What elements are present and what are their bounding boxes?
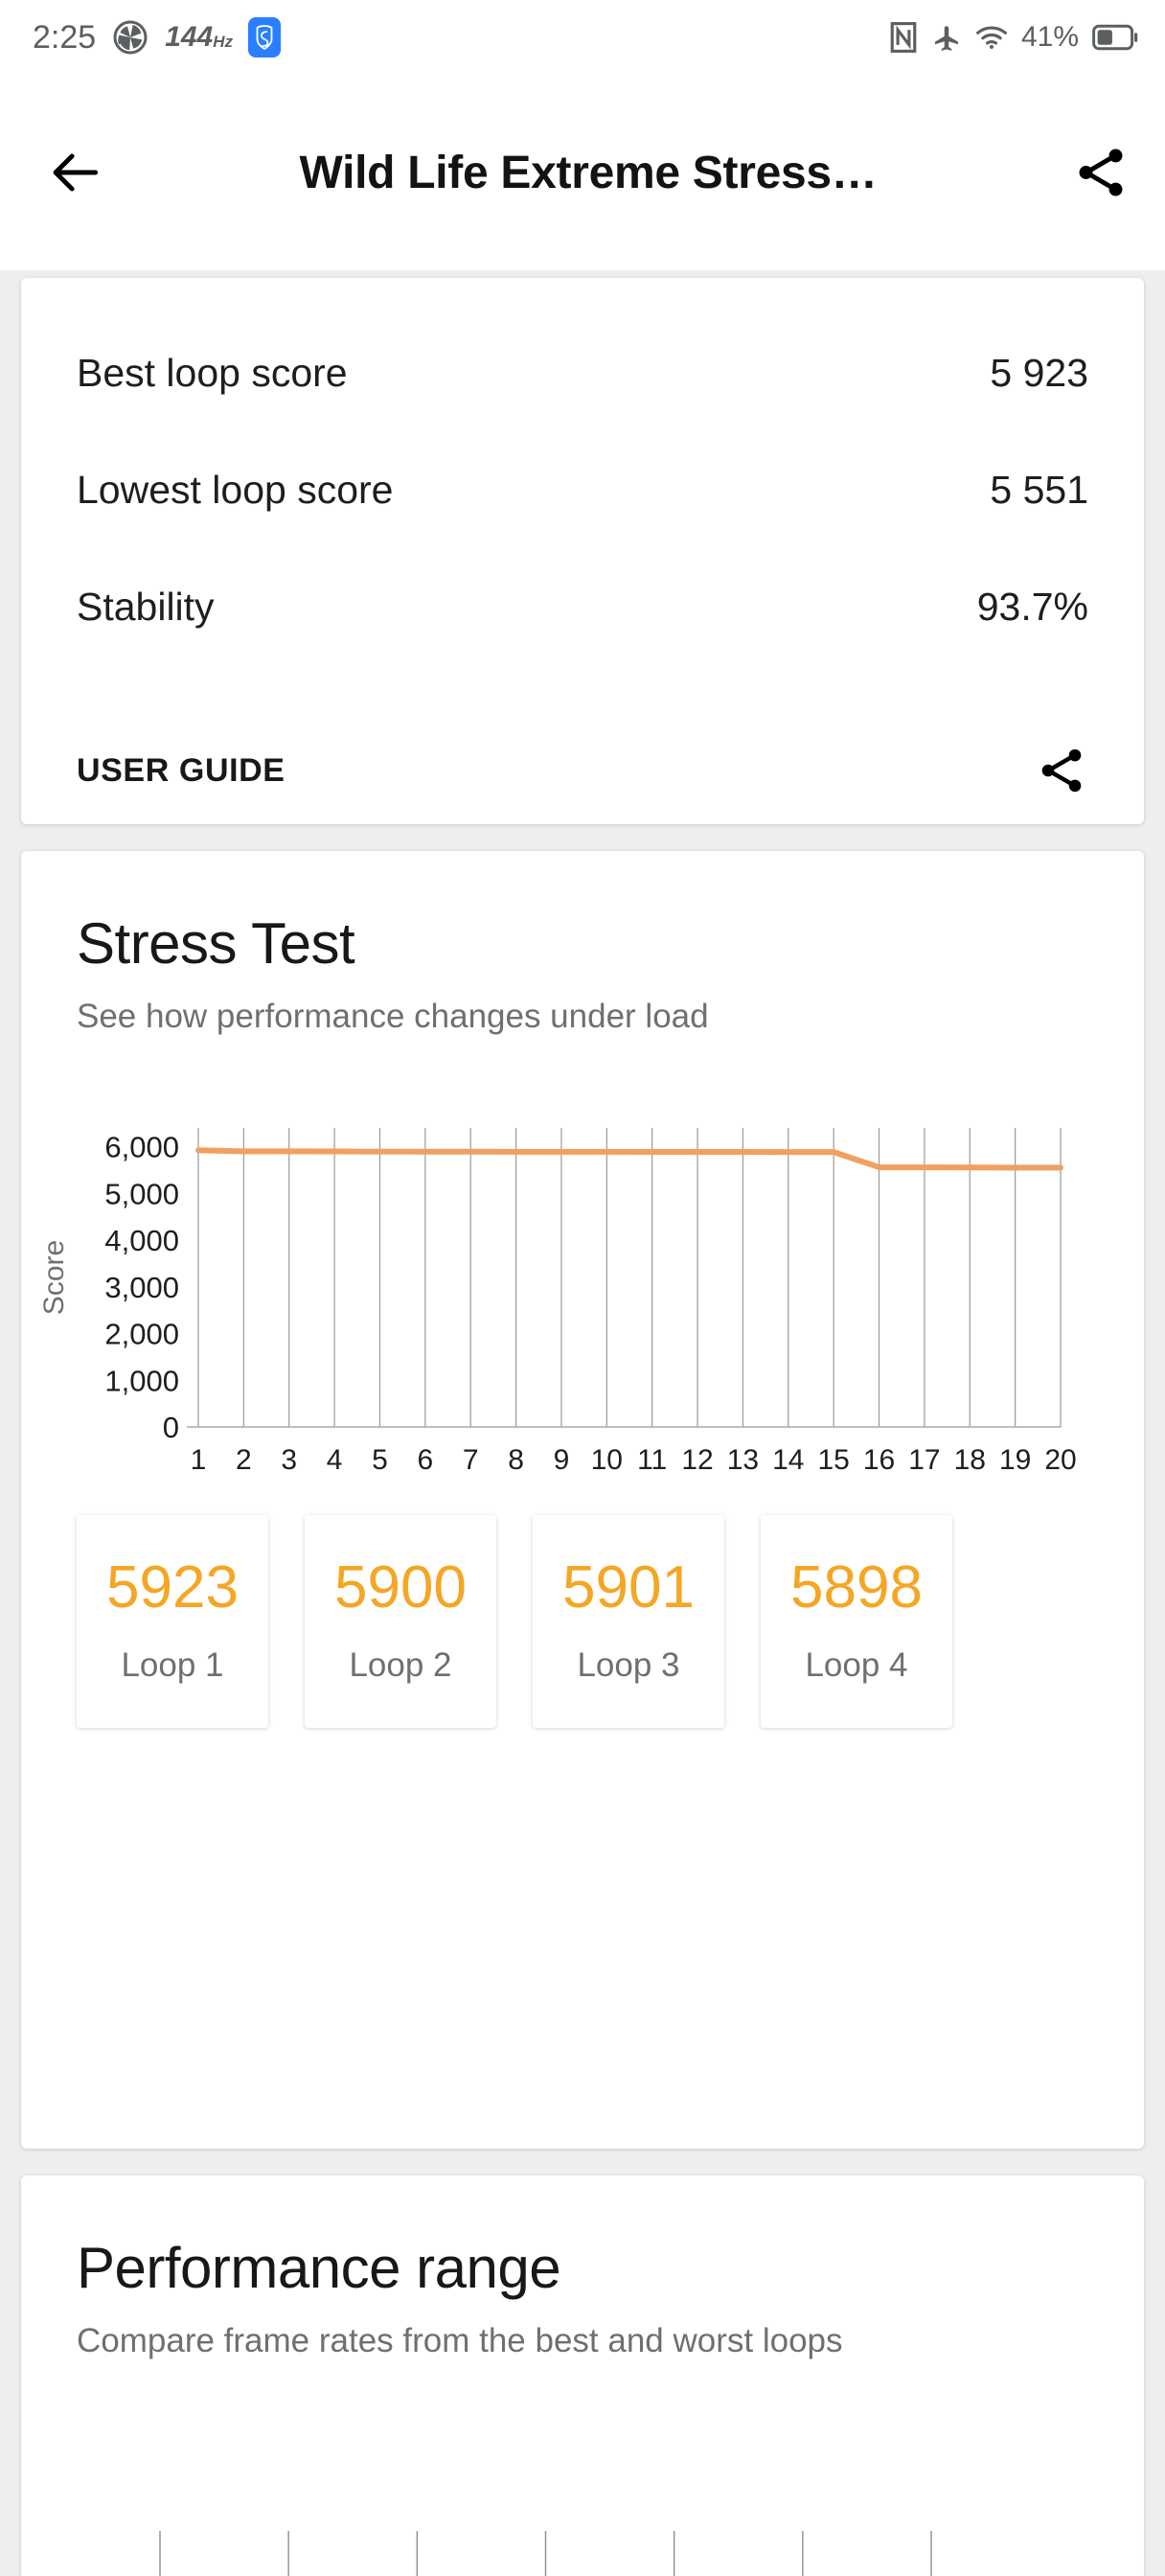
table-row: Lowest loop score 5 551 [21, 431, 1144, 548]
refresh-rate-indicator: 144 Hz [165, 21, 233, 54]
section-subtitle: See how performance changes under load [77, 998, 709, 1035]
svg-text:20: 20 [1044, 1444, 1076, 1476]
loop-score-value: 5898 [790, 1554, 923, 1621]
svg-text:6: 6 [417, 1444, 433, 1476]
performance-range-card: Performance range Compare frame rates fr… [21, 2175, 1144, 2576]
share-icon[interactable] [1035, 744, 1088, 797]
battery-percent-label: 41% [1020, 21, 1079, 53]
share-icon[interactable] [1071, 143, 1131, 202]
loop-score-card[interactable]: 5898 Loop 4 [761, 1515, 952, 1728]
section-title: Stress Test [77, 911, 355, 976]
stress-test-chart: 0 1,000 2,000 3,000 4,000 5,000 6,000 Score 1 2 3 4… [21, 1111, 1144, 1522]
svg-text:2: 2 [236, 1444, 252, 1476]
svg-text:3,000: 3,000 [104, 1271, 179, 1304]
svg-text:19: 19 [999, 1444, 1031, 1476]
nfc-icon [889, 21, 918, 54]
status-bar-left: 2:25 144 Hz [33, 17, 282, 58]
svg-text:0: 0 [163, 1411, 179, 1444]
svg-text:17: 17 [908, 1444, 940, 1476]
airplane-mode-icon [931, 22, 962, 53]
svg-text:12: 12 [681, 1444, 713, 1476]
loop-score-card[interactable]: 5901 Loop 3 [533, 1515, 724, 1728]
score-label: Lowest loop score [77, 467, 394, 512]
svg-text:1,000: 1,000 [104, 1364, 179, 1397]
svg-text:3: 3 [281, 1444, 297, 1476]
loop-score-label: Loop 3 [577, 1646, 680, 1684]
svg-text:9: 9 [554, 1444, 570, 1476]
score-value: 93.7% [976, 584, 1088, 629]
aperture-icon [111, 18, 149, 57]
svg-text:13: 13 [727, 1444, 759, 1476]
status-bar-clock: 2:25 [33, 18, 97, 56]
svg-text:Score: Score [38, 1240, 70, 1315]
status-bar: 2:25 144 Hz 41% [0, 0, 1165, 75]
svg-text:15: 15 [817, 1444, 849, 1476]
svg-text:1: 1 [191, 1444, 207, 1476]
loop-score-label: Loop 1 [121, 1646, 224, 1684]
loop-score-label: Loop 4 [805, 1646, 908, 1684]
score-label: Stability [77, 584, 215, 629]
svg-text:Loop: Loop [598, 1490, 662, 1494]
loop-score-label: Loop 2 [349, 1646, 452, 1684]
performance-range-chart [21, 2443, 1144, 2576]
loop-score-carousel[interactable]: 5923 Loop 1 5900 Loop 2 5901 Loop 3 5898 Loop 4 [21, 1507, 1144, 1747]
scores-card: Best loop score 5 923 Lowest loop score … [21, 278, 1144, 824]
table-row: Stability 93.7% [21, 548, 1144, 665]
svg-text:14: 14 [772, 1444, 804, 1476]
svg-text:5: 5 [372, 1444, 388, 1476]
loop-score-value: 5901 [562, 1554, 695, 1621]
screen-root: 2:25 144 Hz 41% Wild Life Extreme Stress… [0, 0, 1165, 2576]
svg-text:8: 8 [508, 1444, 524, 1476]
section-subtitle: Compare frame rates from the best and wo… [77, 2322, 843, 2359]
loop-score-value: 5923 [106, 1554, 239, 1621]
loop-score-card[interactable]: 5923 Loop 1 [77, 1515, 268, 1728]
svg-text:16: 16 [863, 1444, 895, 1476]
svg-text:2,000: 2,000 [104, 1318, 179, 1351]
svg-text:7: 7 [463, 1444, 479, 1476]
user-guide-button[interactable]: USER GUIDE [77, 752, 286, 790]
score-value: 5 923 [990, 350, 1088, 395]
svg-text:5,000: 5,000 [104, 1177, 179, 1210]
loop-score-card[interactable]: 5900 Loop 2 [305, 1515, 496, 1728]
page-title: Wild Life Extreme Stress… [299, 147, 878, 198]
battery-icon [1092, 24, 1138, 51]
stress-test-card: Stress Test See how performance changes … [21, 851, 1144, 2149]
section-title: Performance range [77, 2236, 561, 2300]
svg-text:18: 18 [954, 1444, 986, 1476]
svg-text:6,000: 6,000 [104, 1131, 179, 1164]
user-guide-row[interactable]: USER GUIDE [21, 713, 1144, 828]
loop-score-value: 5900 [334, 1554, 467, 1621]
score-label: Best loop score [77, 350, 348, 395]
svg-text:4,000: 4,000 [104, 1224, 179, 1257]
refresh-rate-unit: Hz [213, 33, 234, 51]
table-row: Best loop score 5 923 [21, 314, 1144, 431]
app-bar: Wild Life Extreme Stress… [0, 75, 1165, 270]
score-value: 5 551 [990, 467, 1088, 512]
refresh-rate-value: 144 [165, 21, 214, 53]
svg-text:11: 11 [637, 1444, 667, 1476]
svg-text:4: 4 [327, 1444, 343, 1476]
status-bar-right: 41% [889, 21, 1138, 54]
blue-shield-icon [248, 17, 282, 58]
svg-text:10: 10 [591, 1444, 623, 1476]
wifi-icon [975, 24, 1008, 51]
back-arrow-icon[interactable] [46, 143, 105, 202]
